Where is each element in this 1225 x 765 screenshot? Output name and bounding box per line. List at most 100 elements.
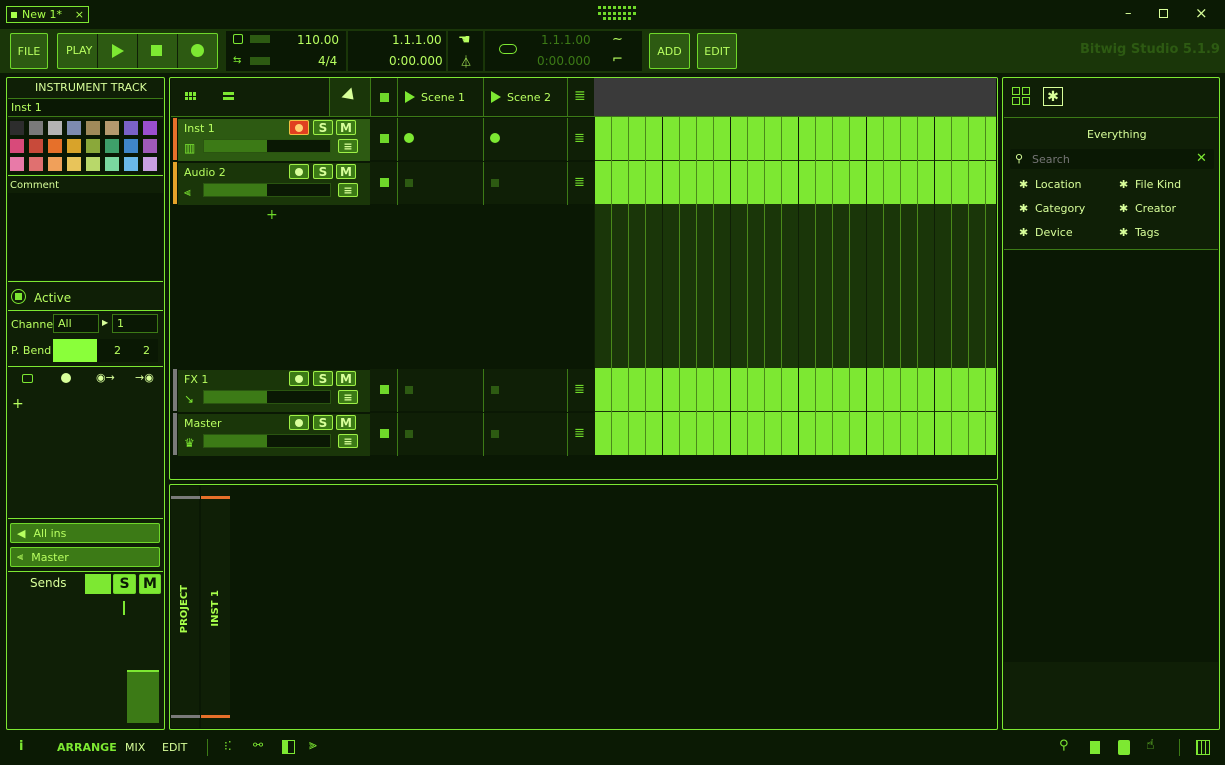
color-swatch[interactable] [86,157,100,171]
empty-clip-slot[interactable] [405,179,413,187]
color-swatch[interactable] [48,139,62,153]
track-name[interactable]: FX 1 [184,373,208,386]
track-lane[interactable] [594,117,996,160]
track-menu-icon[interactable]: ≡ [338,434,358,448]
clear-search-icon[interactable]: ✕ [1196,151,1207,166]
add-clip-icon[interactable]: + [12,396,24,412]
position-time[interactable]: 0:00.000 [389,54,443,68]
track-stop-icon[interactable] [380,429,389,438]
filter-item[interactable]: Category [1035,202,1085,215]
file-button[interactable]: FILE [10,33,48,69]
play-icon[interactable] [112,44,124,58]
pbend-down-value[interactable]: 2 [114,344,121,357]
record-arm-button[interactable] [289,371,309,386]
color-swatch[interactable] [86,121,100,135]
color-swatch[interactable] [143,139,157,153]
inspector-toggle-icon[interactable] [282,740,295,754]
track-solo-button[interactable]: S [313,371,333,386]
add-track-icon[interactable]: + [266,207,278,223]
filter-item[interactable]: Tags [1135,226,1159,239]
color-swatch[interactable] [67,139,81,153]
loop-time[interactable]: 0:00.000 [537,54,591,68]
track-name[interactable]: Inst 1 [184,122,215,135]
color-swatch[interactable] [124,157,138,171]
empty-clip-slot[interactable] [405,386,413,394]
comment-field[interactable] [8,193,163,280]
track-options-icon[interactable]: ≣ [574,382,585,397]
inst-tab-label[interactable]: INST 1 [210,590,221,627]
empty-clip-slot[interactable] [491,179,499,187]
track-lane[interactable] [594,161,996,204]
time-signature[interactable]: 4/4 [318,54,337,68]
clip-slot-record-icon[interactable] [404,133,414,143]
record-arm-button[interactable] [289,164,309,179]
color-swatch[interactable] [10,139,24,153]
track-mute-button[interactable]: M [336,371,356,386]
active-toggle-icon[interactable] [11,289,26,304]
tap-tempo-icon[interactable]: ☚ [458,32,471,48]
filter-item[interactable]: Device [1035,226,1073,239]
tempo-value[interactable]: 110.00 [297,33,339,47]
scene-menu-icon[interactable]: ≣ [574,88,586,104]
track-menu-icon[interactable]: ≡ [338,390,358,404]
list-view-icon[interactable] [223,92,234,100]
input-routing-select[interactable]: ◀ All ins [10,523,160,543]
empty-clip-slot[interactable] [405,430,413,438]
info-icon[interactable]: i [19,739,23,754]
record-arm-button[interactable] [289,415,309,430]
output-routing-select[interactable]: ⫷ Master [10,547,160,567]
clip-slot-record-icon[interactable] [490,133,500,143]
scene1-play-icon[interactable] [405,91,415,103]
track-stop-icon[interactable] [380,385,389,394]
automation-mode-icon[interactable]: ⌐ [612,52,623,67]
track-lane[interactable] [594,368,996,411]
scene1-label[interactable]: Scene 1 [421,91,465,104]
release-quantize-icon[interactable]: →◉ [135,371,154,384]
color-swatch[interactable] [67,121,81,135]
inspector-mute-button[interactable]: M [139,574,161,594]
track-menu-icon[interactable]: ≡ [338,183,358,197]
track-solo-button[interactable]: S [313,415,333,430]
note-editor-icon[interactable]: ⁝⁚ [224,739,232,753]
stop-icon[interactable] [151,45,162,56]
piano-icon[interactable] [1196,740,1210,755]
filter-item[interactable]: Creator [1135,202,1176,215]
color-swatch[interactable] [48,157,62,171]
color-swatch[interactable] [105,139,119,153]
color-swatch[interactable] [124,121,138,135]
color-swatch[interactable] [105,121,119,135]
track-name[interactable]: Audio 2 [184,166,226,179]
close-tab-icon[interactable]: × [75,8,84,21]
record-arm-button[interactable] [289,120,309,135]
track-stop-icon[interactable] [380,134,389,143]
color-swatch[interactable] [10,121,24,135]
color-swatch[interactable] [10,157,24,171]
close-window-button[interactable]: × [1195,4,1208,22]
loop-beats[interactable]: 1.1.1.00 [541,33,591,47]
track-volume-fader[interactable] [203,139,331,153]
file-icon[interactable] [1090,741,1100,754]
edit-tab[interactable]: EDIT [162,741,187,754]
browser-search-icon[interactable]: ⚲ [1059,738,1069,753]
track-volume-fader[interactable] [203,434,331,448]
track-solo-button[interactable]: S [313,164,333,179]
track-lane[interactable] [594,412,996,455]
track-stop-icon[interactable] [380,178,389,187]
inspector-solo-button[interactable]: S [113,574,136,594]
color-swatch[interactable] [143,157,157,171]
pbend-up-value[interactable]: 2 [143,344,150,357]
device-icon[interactable] [1118,740,1130,755]
hand-icon[interactable]: ☝ [1146,737,1155,753]
color-swatch[interactable] [48,121,62,135]
track-options-icon[interactable]: ≣ [574,131,585,146]
track-solo-button[interactable]: S [313,120,333,135]
track-name[interactable]: Master [184,417,222,430]
automation-write-icon[interactable]: ∼ [612,32,623,47]
volume-fader[interactable] [127,670,159,723]
color-swatch[interactable] [29,121,43,135]
play-label[interactable]: PLAY [66,44,92,57]
clip-view-icon[interactable] [185,92,196,100]
color-swatch[interactable] [143,121,157,135]
color-swatch[interactable] [29,157,43,171]
track-name[interactable]: Inst 1 [11,101,42,114]
